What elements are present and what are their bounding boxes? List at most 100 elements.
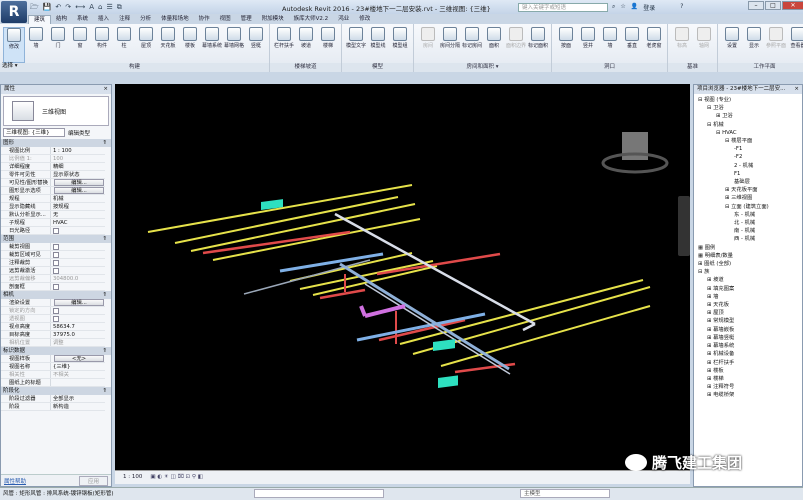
property-value[interactable]: 编辑... (51, 179, 105, 186)
property-value[interactable]: 58634.7 (51, 323, 105, 330)
browser-tree-item[interactable]: ⊞ 常规模型 (694, 317, 802, 325)
3d-view-icon[interactable]: ⌂ (98, 3, 102, 14)
property-value[interactable] (51, 267, 105, 274)
property-value[interactable]: 编辑... (51, 187, 105, 194)
ribbon-button-1-2[interactable]: 楼梯 (317, 27, 339, 49)
binoculars-icon[interactable]: ⌕ (612, 3, 615, 12)
edit-button[interactable]: 编辑... (54, 187, 104, 194)
checkbox[interactable] (53, 228, 59, 234)
ribbon-button-0-8[interactable]: 楼板 (179, 27, 201, 63)
browser-tree-item[interactable]: 南 - 机械 (694, 227, 802, 235)
browser-tree-item[interactable]: F1 (694, 170, 802, 178)
browser-tree-item[interactable]: 2 - 机械 (694, 162, 802, 170)
checkbox[interactable] (53, 244, 59, 250)
ribbon-button-0-1[interactable]: 墙 (25, 27, 47, 63)
open-icon[interactable]: 🗁 (30, 3, 39, 14)
browser-tree-item[interactable]: ▦ 图例 (694, 244, 802, 252)
property-value[interactable]: 新构造 (51, 403, 105, 410)
navigation-bar[interactable] (678, 196, 690, 256)
tab-13[interactable]: 修改 (354, 15, 375, 24)
browser-tree-item[interactable]: ⊞ 机械设备 (694, 350, 802, 358)
ribbon-button-0-7[interactable]: 天花板 (157, 27, 179, 63)
ribbon-button-3-5[interactable]: 标记面积 (527, 27, 549, 49)
property-value[interactable] (51, 227, 105, 234)
browser-tree-item[interactable]: ⊞ 楼板 (694, 367, 802, 375)
close-icon[interactable]: × (794, 85, 799, 94)
switch-windows-icon[interactable]: ⧉ (117, 3, 122, 14)
save-icon[interactable]: 💾 (43, 3, 52, 14)
browser-tree-item[interactable]: ⊟ 楼层平面 (694, 137, 802, 145)
browser-tree-item[interactable]: 西 - 机械 (694, 235, 802, 243)
collapse-icon[interactable]: ⇑ (102, 235, 107, 243)
checkbox[interactable] (53, 316, 59, 322)
browser-tree-item[interactable]: ⊞ 幕墙系统 (694, 342, 802, 350)
section-header[interactable]: 标识数据 ⇑ (1, 347, 111, 355)
ribbon-button-6-0[interactable]: 设置 (721, 27, 743, 49)
ribbon-button-6-3[interactable]: 查看器 (787, 27, 803, 49)
ribbon-button-4-0[interactable]: 按面 (555, 27, 577, 49)
ribbon-button-4-4[interactable]: 老虎窗 (643, 27, 665, 49)
ribbon-button-3-3[interactable]: 面积 (483, 27, 505, 49)
browser-tree-item[interactable]: ⊞ 图纸 (全部) (694, 260, 802, 268)
tab-3[interactable]: 插入 (93, 15, 114, 24)
property-value[interactable]: 按规程 (51, 203, 105, 210)
browser-tree-item[interactable]: ⊟ 立面 (建筑立面) (694, 203, 802, 211)
ribbon-button-3-4[interactable]: 面积边界 (505, 27, 527, 49)
property-value[interactable]: 编辑... (51, 299, 105, 306)
section-header[interactable]: 图形 ⇑ (1, 139, 111, 147)
tab-1[interactable]: 结构 (51, 15, 72, 24)
measure-icon[interactable]: ⟷ (75, 3, 85, 14)
tab-5[interactable]: 分析 (135, 15, 156, 24)
revit-app-menu-button[interactable]: R (1, 1, 27, 23)
close-icon[interactable]: × (103, 85, 108, 94)
ribbon-button-6-1[interactable]: 显示 (743, 27, 765, 49)
ribbon-button-0-11[interactable]: 竖梃 (245, 27, 267, 63)
browser-tree-item[interactable]: ⊟ 族 (694, 268, 802, 276)
browser-tree-item[interactable]: ⊞ 注释符号 (694, 383, 802, 391)
browser-tree-item[interactable]: 北 - 机械 (694, 219, 802, 227)
ribbon-button-5-0[interactable]: 标高 (671, 27, 693, 49)
property-value[interactable]: {三维} (51, 363, 105, 370)
checkbox[interactable] (53, 252, 59, 258)
select-dropdown[interactable]: 选择 ▾ (2, 62, 18, 71)
ribbon-button-2-2[interactable]: 模型组 (389, 27, 411, 49)
redo-icon[interactable]: ↷ (65, 3, 71, 14)
browser-tree-item[interactable]: ⊞ 幕墙嵌板 (694, 326, 802, 334)
magenta-duct[interactable] (364, 304, 406, 318)
tab-12[interactable]: 鸿业 (333, 15, 354, 24)
browser-tree-item[interactable]: -F1 (694, 145, 802, 153)
minimize-button[interactable]: – (748, 1, 764, 10)
ribbon-button-5-1[interactable]: 轴网 (693, 27, 715, 49)
browser-tree-item[interactable]: 东 - 机械 (694, 211, 802, 219)
property-value[interactable]: 1 : 100 (51, 147, 105, 154)
tab-4[interactable]: 注释 (114, 15, 135, 24)
checkbox[interactable] (53, 308, 59, 314)
property-value[interactable] (51, 251, 105, 258)
design-option-field[interactable]: 主模型 (520, 489, 610, 498)
collapse-icon[interactable]: ⇑ (102, 139, 107, 147)
instance-filter-dropdown[interactable]: 三维视图: {三维} (3, 128, 65, 137)
browser-tree-item[interactable]: ⊞ 三维视图 (694, 194, 802, 202)
ribbon-button-2-0[interactable]: 模型文字 (345, 27, 367, 49)
property-value[interactable] (51, 243, 105, 250)
property-value[interactable]: <无> (51, 355, 105, 362)
3d-viewport[interactable] (115, 84, 690, 470)
browser-tree-item[interactable]: ⊞ 楼梯 (694, 375, 802, 383)
tab-10[interactable]: 附加模块 (257, 15, 289, 24)
thin-lines-icon[interactable]: ☰ (106, 3, 112, 14)
edit-type-button[interactable]: 编辑类型 (68, 129, 90, 137)
maximize-button[interactable]: □ (765, 1, 781, 10)
ribbon-button-3-2[interactable]: 标记房间 (461, 27, 483, 49)
property-value[interactable]: 无 (51, 211, 105, 218)
checkbox[interactable] (53, 260, 59, 266)
ribbon-button-4-2[interactable]: 墙 (599, 27, 621, 49)
tab-9[interactable]: 管理 (236, 15, 257, 24)
edit-button[interactable]: 编辑... (54, 299, 104, 306)
property-value[interactable]: 全部显示 (51, 395, 105, 402)
edit-button[interactable]: 编辑... (54, 179, 104, 186)
close-button[interactable]: ✕ (782, 1, 803, 10)
edit-button[interactable]: <无> (54, 355, 104, 362)
red-duct[interactable] (202, 230, 351, 255)
collapse-icon[interactable]: ⇑ (102, 387, 107, 395)
ribbon-button-0-10[interactable]: 幕墙网格 (223, 27, 245, 63)
